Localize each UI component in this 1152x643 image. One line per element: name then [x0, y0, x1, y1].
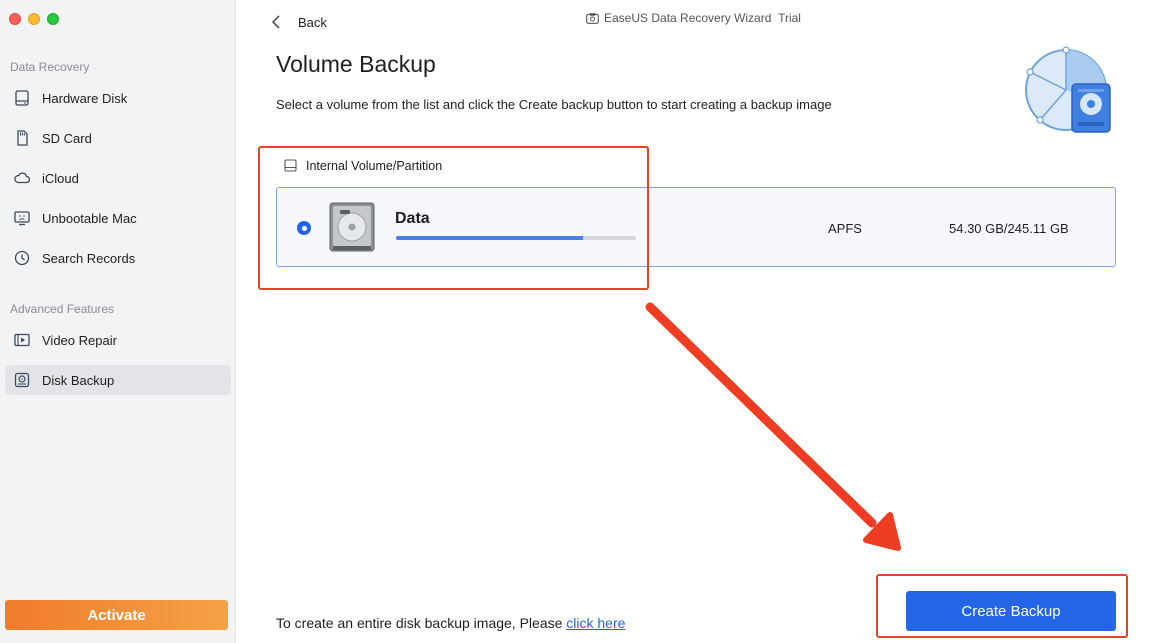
- volume-group-label: Internal Volume/Partition: [306, 158, 443, 173]
- sidebar-item-label: iCloud: [42, 170, 79, 186]
- app-title: EaseUS Data Recovery Wizard Trial: [586, 11, 801, 25]
- chevron-left-icon: [271, 15, 280, 29]
- sidebar-item-label: Disk Backup: [42, 372, 115, 388]
- video-icon: [14, 333, 30, 347]
- volume-group-header: Internal Volume/Partition: [283, 158, 442, 173]
- history-icon: [14, 250, 30, 266]
- close-window-button[interactable]: [9, 13, 21, 25]
- window-controls: [9, 13, 59, 25]
- create-backup-button[interactable]: Create Backup: [906, 591, 1116, 631]
- footer-hint-text: To create an entire disk backup image, P…: [276, 615, 567, 631]
- sidebar-item-hardware-disk[interactable]: Hardware Disk: [5, 83, 231, 113]
- sidebar-item-disk-backup[interactable]: Disk Backup: [5, 365, 231, 395]
- sidebar-item-label: SD Card: [42, 130, 92, 146]
- sidebar-item-video-repair[interactable]: Video Repair: [5, 325, 231, 355]
- sidebar-item-label: Search Records: [42, 250, 136, 266]
- internal-drive-icon: [284, 159, 297, 172]
- hardware-disk-icon: [15, 90, 29, 106]
- page-title: Volume Backup: [276, 51, 436, 77]
- disk-backup-icon: [14, 372, 30, 388]
- volume-usage-bar: [396, 236, 636, 240]
- volume-name: Data: [395, 210, 430, 227]
- volume-filesystem: APFS: [828, 221, 862, 236]
- sidebar-item-search-records[interactable]: Search Records: [5, 243, 231, 273]
- backup-illustration-icon: [1025, 46, 1111, 133]
- sidebar: Data Recovery Hardware Disk SD Card iClo…: [0, 0, 236, 643]
- section-label-data-recovery: Data Recovery: [10, 60, 90, 74]
- minimize-window-button[interactable]: [28, 13, 40, 25]
- app-title-text: EaseUS Data Recovery Wizard: [604, 11, 772, 25]
- sidebar-item-unbootable-mac[interactable]: Unbootable Mac: [5, 203, 231, 233]
- back-label: Back: [298, 14, 327, 30]
- cloud-icon: [14, 172, 31, 184]
- sd-card-icon: [17, 130, 28, 146]
- sidebar-item-icloud[interactable]: iCloud: [5, 163, 231, 193]
- zoom-window-button[interactable]: [47, 13, 59, 25]
- sidebar-item-sd-card[interactable]: SD Card: [5, 123, 231, 153]
- unbootable-mac-icon: [14, 211, 30, 226]
- volume-size: 54.30 GB/245.11 GB: [949, 221, 1069, 236]
- volume-row-data[interactable]: Data APFS 54.30 GB/245.11 GB: [276, 187, 1116, 267]
- volume-radio[interactable]: [297, 221, 311, 235]
- click-here-link[interactable]: click here: [566, 615, 625, 631]
- app-logo-icon: [586, 12, 599, 24]
- sidebar-item-label: Video Repair: [42, 332, 117, 348]
- sidebar-item-label: Unbootable Mac: [42, 210, 137, 226]
- hard-drive-icon: [329, 202, 375, 252]
- back-button[interactable]: Back: [270, 14, 327, 30]
- page-description: Select a volume from the list and click …: [276, 97, 832, 112]
- section-label-advanced-features: Advanced Features: [10, 302, 115, 316]
- license-badge: Trial: [778, 11, 801, 25]
- activate-button[interactable]: Activate: [5, 600, 228, 630]
- sidebar-item-label: Hardware Disk: [42, 90, 128, 106]
- footer-hint: To create an entire disk backup image, P…: [276, 615, 625, 631]
- volume-usage-fill: [396, 236, 584, 240]
